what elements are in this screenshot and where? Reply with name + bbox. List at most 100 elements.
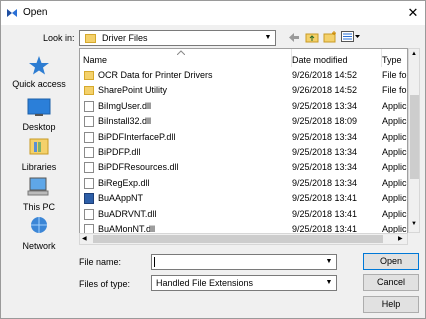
file-name: BiPDFInterfaceP.dll: [98, 131, 176, 142]
place-quick-access[interactable]: Quick access: [5, 55, 73, 89]
vertical-scrollbar[interactable]: ▲ ▼: [408, 48, 420, 233]
close-button[interactable]: ✕: [405, 5, 421, 21]
file-date: 9/25/2018 18:09: [292, 116, 358, 127]
libraries-icon: [29, 138, 49, 155]
text-cursor: [154, 257, 155, 267]
chevron-down-icon[interactable]: ▼: [323, 256, 335, 267]
places-bar: Quick access Desktop Libraries This PC N…: [5, 49, 73, 251]
look-in-value: Driver Files: [102, 33, 148, 43]
place-this-pc[interactable]: This PC: [5, 176, 73, 212]
folder-icon: [84, 71, 94, 80]
chevron-down-icon: ▼: [325, 279, 333, 286]
file-row[interactable]: BiPDFP.dll 9/25/2018 13:34 Applic: [80, 146, 407, 159]
file-type: Applic: [382, 193, 407, 204]
file-row[interactable]: BiInstall32.dll 9/25/2018 18:09 Applic: [80, 115, 407, 128]
file-row[interactable]: BiPDFInterfaceP.dll 9/25/2018 13:34 Applic: [80, 131, 407, 144]
scroll-left-icon[interactable]: ◀: [82, 235, 87, 242]
file-date: 9/26/2018 14:52: [292, 85, 358, 96]
file-icon: [84, 131, 94, 143]
folder-icon: [85, 34, 96, 43]
file-type: Applic: [382, 116, 407, 127]
place-desktop[interactable]: Desktop: [5, 98, 73, 132]
scroll-down-icon[interactable]: ▼: [410, 221, 418, 227]
open-dialog: Open ✕ Look in: Driver Files ▼ Quick acc…: [0, 0, 426, 319]
file-name: BuAAppNT: [98, 193, 144, 204]
file-date: 9/25/2018 13:41: [292, 208, 358, 219]
computer-icon: [27, 177, 49, 196]
up-folder-icon[interactable]: [305, 31, 319, 43]
column-header-date[interactable]: Date modified: [292, 49, 382, 67]
file-row[interactable]: SharePoint Utility 9/26/2018 14:52 File fo…: [80, 84, 407, 97]
file-icon: [84, 116, 94, 128]
file-date: 9/25/2018 13:34: [292, 131, 358, 142]
view-menu-icon[interactable]: [341, 31, 361, 43]
place-label: Desktop: [22, 122, 56, 132]
filetype-select[interactable]: Handled File Extensions ▼: [151, 275, 337, 291]
filename-field[interactable]: ▼: [151, 254, 337, 270]
help-button[interactable]: Help: [363, 296, 419, 313]
place-label: Network: [22, 241, 56, 251]
file-row[interactable]: OCR Data for Printer Drivers 9/26/2018 14…: [80, 69, 407, 82]
file-row[interactable]: BiImgUser.dll 9/25/2018 13:34 Applic: [80, 100, 407, 113]
chevron-down-icon: ▼: [264, 34, 272, 41]
file-icon: [84, 162, 94, 174]
file-row[interactable]: BiRegExp.dll 9/25/2018 13:34 Applic: [80, 177, 407, 190]
file-icon: [84, 177, 94, 189]
cancel-button[interactable]: Cancel: [363, 274, 419, 291]
file-type: Applic: [382, 208, 407, 219]
file-date: 9/26/2018 14:52: [292, 70, 358, 80]
back-icon[interactable]: [288, 32, 300, 43]
place-libraries[interactable]: Libraries: [5, 136, 73, 172]
file-type: Applic: [382, 100, 407, 111]
app-icon: [7, 9, 17, 17]
file-name: OCR Data for Printer Drivers: [98, 70, 213, 80]
file-name: SharePoint Utility: [98, 85, 168, 96]
file-list[interactable]: Name Date modified Type OCR Data for Pri…: [79, 48, 408, 245]
file-type: Applic: [382, 177, 407, 188]
file-type: Applic: [382, 162, 407, 173]
file-date: 9/25/2018 13:34: [292, 100, 358, 111]
file-name: BiImgUser.dll: [98, 100, 152, 111]
hscroll-thumb[interactable]: [93, 235, 383, 243]
scroll-thumb[interactable]: [410, 95, 419, 179]
file-row[interactable]: BuAAppNT 9/25/2018 13:41 Applic: [80, 192, 407, 205]
file-date: 9/25/2018 13:34: [292, 147, 358, 157]
column-header-type[interactable]: Type: [382, 49, 407, 67]
file-name: BuADRVNT.dll: [98, 208, 157, 219]
file-type: Applic: [382, 131, 407, 142]
look-in-label: Look in:: [43, 33, 75, 43]
star-icon: [29, 56, 49, 75]
file-icon: [84, 208, 94, 220]
filetype-label: Files of type:: [79, 279, 131, 289]
open-button[interactable]: Open: [363, 253, 419, 270]
desktop-icon: [27, 98, 51, 116]
place-network[interactable]: Network: [5, 215, 73, 251]
scroll-right-icon[interactable]: ▶: [398, 235, 403, 242]
file-date: 9/25/2018 13:34: [292, 162, 358, 173]
horizontal-scrollbar[interactable]: ◀ ▶: [79, 233, 408, 245]
folder-icon: [84, 86, 94, 96]
file-type: File fol: [382, 85, 408, 96]
file-row[interactable]: BiPDFResources.dll 9/25/2018 13:34 Applic: [80, 161, 407, 174]
column-header-name[interactable]: Name: [80, 49, 292, 67]
place-label: Quick access: [12, 79, 66, 89]
filename-label: File name:: [79, 257, 122, 267]
network-icon: [31, 217, 47, 233]
file-name: BiPDFP.dll: [98, 147, 141, 157]
place-label: Libraries: [21, 162, 57, 172]
title-bar: Open ✕: [1, 1, 425, 25]
sort-ascending-icon: [177, 50, 185, 55]
file-name: BiRegExp.dll: [98, 177, 150, 188]
scroll-up-icon[interactable]: ▲: [410, 51, 418, 57]
file-type: File fol: [382, 70, 408, 80]
file-row[interactable]: BuADRVNT.dll 9/25/2018 13:41 Applic: [80, 208, 407, 221]
file-type: Applic: [382, 147, 407, 157]
place-label: This PC: [22, 202, 55, 212]
file-date: 9/25/2018 13:41: [292, 193, 358, 204]
window-title: Open: [23, 7, 48, 18]
look-in-combo[interactable]: Driver Files ▼: [79, 30, 276, 46]
file-icon: [84, 100, 94, 112]
file-date: 9/25/2018 13:34: [292, 177, 358, 188]
filetype-value: Handled File Extensions: [156, 278, 254, 288]
new-folder-icon[interactable]: [323, 30, 337, 43]
